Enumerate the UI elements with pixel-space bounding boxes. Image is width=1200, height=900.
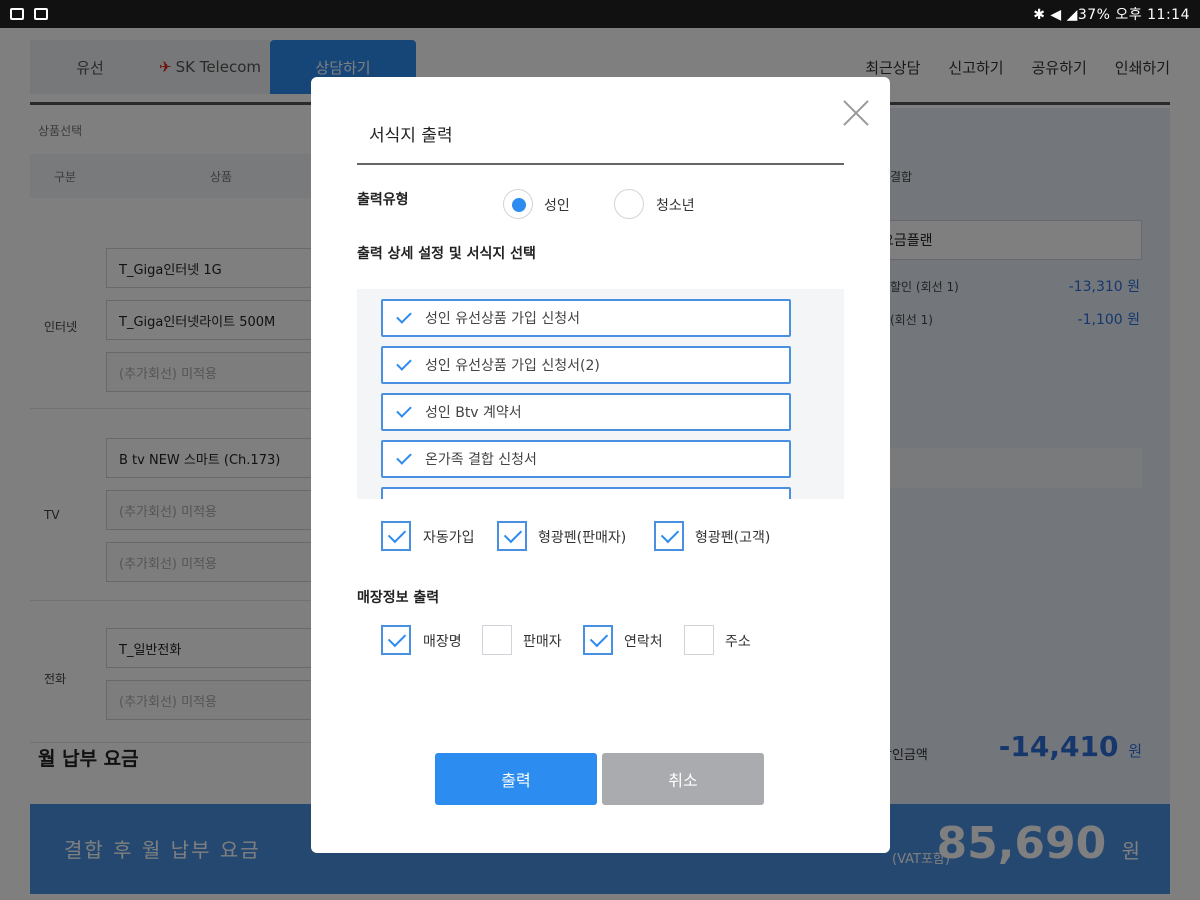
radio-adult[interactable] (503, 189, 533, 219)
form-item[interactable]: 성인 유선상품 가입 신청서 (381, 299, 791, 337)
checkbox-highlight-seller[interactable] (497, 521, 527, 551)
checkbox-contact[interactable] (583, 625, 613, 655)
checkbox-highlight-customer[interactable] (654, 521, 684, 551)
checkbox-address[interactable] (684, 625, 714, 655)
checkbox-contact-label: 연락처 (624, 634, 663, 650)
checkbox-highlight-seller-label: 형광펜(판매자) (538, 530, 627, 546)
print-dialog: 서식지 출력 출력유형 성인 청소년 출력 상세 설정 및 서식지 선택 성인 … (311, 77, 890, 853)
checkbox-auto-join[interactable] (381, 521, 411, 551)
radio-adult-label: 성인 (544, 198, 570, 214)
form-list[interactable]: 성인 유선상품 가입 신청서 성인 유선상품 가입 신청서(2) 성인 Btv … (357, 289, 844, 499)
check-icon (396, 449, 412, 465)
check-icon (396, 308, 412, 324)
status-right: ✱ ◀ ◢37% 오후 11:14 (1033, 7, 1190, 23)
checkbox-address-label: 주소 (725, 634, 751, 650)
title-divider (357, 163, 844, 165)
checkbox-store-name[interactable] (381, 625, 411, 655)
status-bar: ✱ ◀ ◢37% 오후 11:14 (0, 0, 1200, 28)
radio-youth-label: 청소년 (656, 198, 695, 214)
form-item-partial[interactable] (381, 487, 791, 499)
checkbox-highlight-customer-label: 형광펜(고객) (695, 530, 771, 546)
print-button[interactable]: 출력 (435, 753, 597, 805)
output-type-label: 출력유형 (357, 192, 409, 208)
check-icon (396, 402, 412, 418)
close-icon[interactable] (842, 99, 870, 127)
form-item[interactable]: 온가족 결합 신청서 (381, 440, 791, 478)
cancel-button[interactable]: 취소 (602, 753, 764, 805)
gallery-icon (10, 8, 24, 20)
detail-label: 출력 상세 설정 및 서식지 선택 (357, 246, 536, 262)
notification-icon (34, 8, 48, 20)
radio-youth[interactable] (614, 189, 644, 219)
form-item[interactable]: 성인 유선상품 가입 신청서(2) (381, 346, 791, 384)
dialog-title: 서식지 출력 (369, 126, 453, 146)
checkbox-seller[interactable] (482, 625, 512, 655)
check-icon (396, 355, 412, 371)
status-icons-left (10, 8, 48, 20)
checkbox-seller-label: 판매자 (523, 634, 562, 650)
store-info-label: 매장정보 출력 (357, 590, 440, 606)
checkbox-store-name-label: 매장명 (423, 634, 462, 650)
form-item[interactable]: 성인 Btv 계약서 (381, 393, 791, 431)
checkbox-auto-join-label: 자동가입 (423, 530, 475, 546)
